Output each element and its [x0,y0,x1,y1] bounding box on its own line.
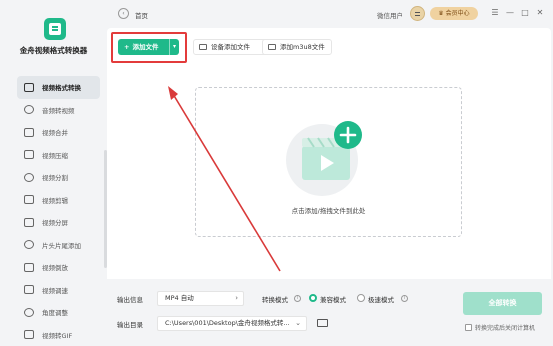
menu-icon[interactable]: ☰ [490,8,500,18]
video-convert-icon [24,82,34,92]
settings-bar: 输出信息 MP4 自动 › 转换模式 i 兼容模式 极速模式 i 输出目录 C:… [107,279,551,346]
minimize-icon[interactable]: — [505,8,515,18]
breadcrumb[interactable]: 首页 [135,10,148,20]
sidebar-item-label: 音频转视频 [42,106,75,115]
device-icon [199,44,207,50]
output-path-value: C:\Users\001\Desktop\金舟视频格式转... [165,319,290,327]
sidebar-item-12[interactable]: 视频转GIF [17,324,100,346]
vip-center-button[interactable]: ♛ 会员中心 [430,7,478,20]
plus-icon: + [124,43,130,51]
sidebar-item-8[interactable]: 片头片尾添加 [17,234,100,257]
sidebar-item-1[interactable]: 视频格式转换 [17,76,100,99]
sidebar-item-2[interactable]: 音频转视频 [17,99,100,122]
add-device-label: 设备添加文件 [211,43,250,51]
maximize-icon[interactable]: □ [520,8,530,18]
output-format-value: MP4 自动 [165,294,194,302]
add-file-button[interactable]: + 添加文件 ▾ [118,39,179,55]
audio-to-video-icon [24,105,34,115]
chevron-right-icon: › [235,294,238,302]
sidebar-menu: 视频格式转换 音频转视频视频合并视频压缩视频分割视频剪辑视频分屏片头片尾添加 视频倒… [17,76,100,346]
output-path-field[interactable]: C:\Users\001\Desktop\金舟视频格式转... ⌄ [157,316,307,331]
chevron-down-icon: ⌄ [295,319,301,327]
output-format-select[interactable]: MP4 自动 › [157,291,244,306]
sidebar-item-4[interactable]: 视频压缩 [17,144,100,167]
sidebar-item-label: 视频剪辑 [42,196,68,205]
sidebar-item-3[interactable]: 视频合并 [17,121,100,144]
convert-all-button[interactable]: 全部转换 [463,292,542,315]
sidebar-item-6[interactable]: 视频剪辑 [17,189,100,212]
video-speed-icon [24,285,34,295]
sidebar-item-label: 角度调整 [42,309,68,318]
video-splitscreen-icon [24,217,34,227]
sidebar-item-7[interactable]: 视频分屏 [17,211,100,234]
sidebar-item-label: 视频分屏 [42,219,68,228]
video-compress-icon [24,150,34,160]
crown-icon: ♛ [438,10,444,17]
info-icon[interactable]: i [294,295,301,302]
rotate-icon [24,307,34,317]
video-reverse-icon [24,262,34,272]
sidebar-item-label: 视频分割 [42,174,68,183]
shutdown-checkbox[interactable] [465,324,472,331]
sidebar-item-9[interactable]: 视频倒放 [17,256,100,279]
compatible-mode-radio[interactable] [309,294,317,302]
video-split-icon [24,172,34,182]
add-m3u8-button[interactable]: 添加m3u8文件 [262,39,332,55]
sidebar-item-label: 片头片尾添加 [42,241,81,250]
app-window: 金舟视频格式转换器 视频格式转换 音频转视频视频合并视频压缩视频分割视频剪辑视频分… [0,0,553,346]
video-edit-icon [24,195,34,205]
sidebar-item-label: 视频调速 [42,286,68,295]
add-video-illustration-icon [286,121,362,196]
video-gif-icon [24,330,34,340]
file-drop-zone[interactable]: 点击添加/拖拽文件到此处 [195,87,462,237]
convert-mode-label: 转换模式 [262,296,288,304]
close-icon[interactable]: ✕ [535,8,545,18]
avatar[interactable] [410,6,425,21]
fast-mode-radio[interactable] [357,294,365,302]
sidebar-item-10[interactable]: 视频调速 [17,279,100,302]
add-m3u8-label: 添加m3u8文件 [280,43,325,51]
app-name: 金舟视频格式转换器 [19,46,88,55]
folder-icon[interactable] [317,319,328,327]
user-name[interactable]: 微信用户 [377,10,403,20]
vip-center-label: 会员中心 [445,10,470,17]
app-logo-icon [44,18,66,40]
sidebar-item-label: 视频格式转换 [42,84,81,93]
video-merge-icon [24,127,34,137]
main-panel: + 添加文件 ▾ 设备添加文件 添加m3u8文件 点击添加/拖拽文件到此处 [107,28,551,279]
m3u8-icon [268,44,276,50]
sidebar-item-label: 视频合并 [42,129,68,138]
compatible-mode-label[interactable]: 兼容模式 [320,294,346,304]
back-button[interactable]: ‹ [118,8,129,19]
sidebar-item-label: 视频压缩 [42,151,68,160]
sidebar-item-5[interactable]: 视频分割 [17,166,100,189]
sidebar: 金舟视频格式转换器 视频格式转换 音频转视频视频合并视频压缩视频分割视频剪辑视频分… [0,0,107,346]
drop-hint: 点击添加/拖拽文件到此处 [291,207,366,215]
sidebar-item-11[interactable]: 角度调整 [17,301,100,324]
output-dir-label: 输出目录 [117,321,143,329]
top-bar: ‹ 首页 微信用户 ♛ 会员中心 ☰ — □ ✕ [107,0,553,28]
fast-mode-info-icon[interactable]: i [401,295,408,302]
add-file-label: 添加文件 [132,43,159,51]
chevron-down-icon[interactable]: ▾ [169,39,179,55]
output-info-label: 输出信息 [117,296,143,304]
intro-outro-icon [24,240,34,250]
fast-mode-label[interactable]: 极速模式 [368,294,394,304]
shutdown-label[interactable]: 转换完成后关闭计算机 [475,323,535,332]
sidebar-item-label: 视频转GIF [42,331,73,340]
sidebar-item-label: 视频倒放 [42,264,68,273]
